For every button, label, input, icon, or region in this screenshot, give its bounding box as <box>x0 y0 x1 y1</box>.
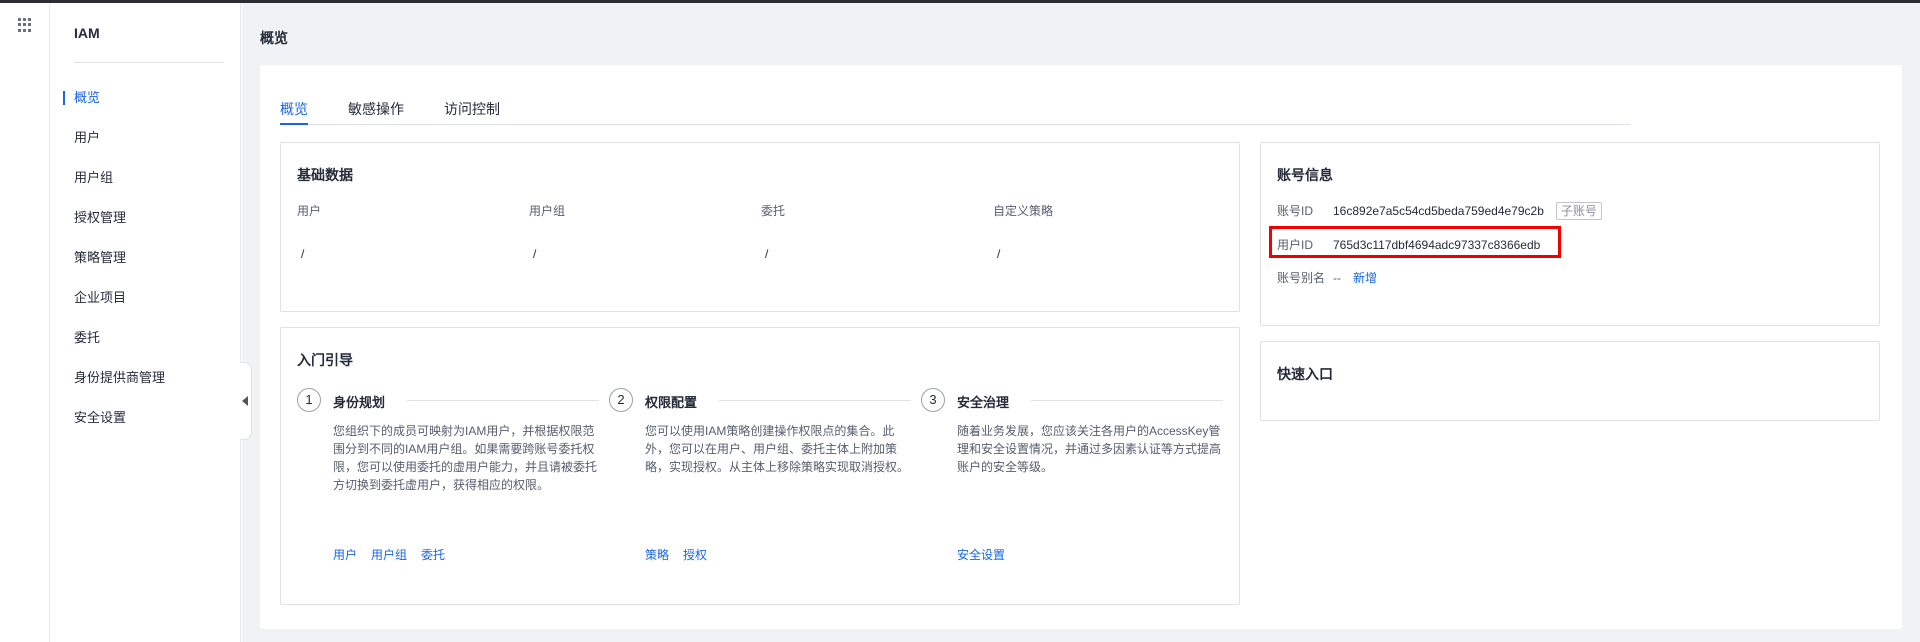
quick-entry-card: 快速入口 <box>1260 341 1880 421</box>
step-links: 安全设置 <box>957 546 1019 563</box>
step-number: 2 <box>609 388 633 412</box>
sidebar-item-agencies[interactable]: 委托 <box>51 326 241 350</box>
basic-data-card: 基础数据 用户 / 用户组 / 委托 / 自定义策略 / <box>280 142 1240 312</box>
stat-agencies-label: 委托 <box>761 204 786 218</box>
global-nav-rail <box>0 3 50 642</box>
step-links: 策略 授权 <box>645 546 721 563</box>
step-connector <box>719 400 911 401</box>
step-title: 权限配置 <box>645 395 698 410</box>
link-policies[interactable]: 策略 <box>645 548 669 562</box>
account-info-title: 账号信息 <box>1277 167 1333 183</box>
account-id-row: 账号ID 16c892e7a5c54cd5beda759ed4e79c2b 子账号 <box>1277 202 1602 220</box>
step-description: 您可以使用IAM策略创建操作权限点的集合。此外，您可以在用户、用户组、委托主体上… <box>645 424 910 474</box>
sidebar-item-overview[interactable]: 概览 <box>51 86 241 110</box>
page-title: 概览 <box>260 30 288 46</box>
sidebar-title: IAM <box>74 25 100 41</box>
sidebar-item-enterprise-projects[interactable]: 企业项目 <box>51 286 241 310</box>
step-description: 随着业务发展，您应该关注各用户的AccessKey管理和安全设置情况，并通过多因… <box>957 424 1222 474</box>
sidebar-collapse-toggle[interactable] <box>240 362 252 440</box>
sidebar-item-security-settings[interactable]: 安全设置 <box>51 406 241 430</box>
account-id-value: 16c892e7a5c54cd5beda759ed4e79c2b <box>1333 204 1544 218</box>
main-area: 概览 概览 敏感操作 访问控制 基础数据 用户 / 用户组 / 委托 / 自定义… <box>242 3 1920 642</box>
account-alias-value: -- <box>1333 271 1341 285</box>
step-links: 用户 用户组 委托 <box>333 546 459 563</box>
link-users[interactable]: 用户 <box>333 548 357 562</box>
sidebar-item-identity-providers[interactable]: 身份提供商管理 <box>51 366 241 390</box>
basic-data-title: 基础数据 <box>297 167 353 183</box>
sidebar-item-users[interactable]: 用户 <box>51 126 241 150</box>
stat-user-groups-label: 用户组 <box>529 204 566 218</box>
sidebar-item-policies[interactable]: 策略管理 <box>51 246 241 270</box>
tab-access-control[interactable]: 访问控制 <box>444 99 500 125</box>
step-connector <box>1031 400 1223 401</box>
getting-started-title: 入门引导 <box>297 352 353 368</box>
step-title: 安全治理 <box>957 395 1010 410</box>
getting-started-card: 入门引导 1 身份规划 您组织下的成员可映射为IAM用户，并根据权限范围分到不同… <box>280 327 1240 605</box>
app-grid-icon[interactable] <box>18 18 32 32</box>
stat-user-groups-value: / <box>533 247 537 261</box>
link-user-groups[interactable]: 用户组 <box>371 548 407 562</box>
quick-entry-title: 快速入口 <box>1277 366 1333 382</box>
link-authorization[interactable]: 授权 <box>683 548 707 562</box>
step-title: 身份规划 <box>333 395 386 410</box>
sidebar: IAM 概览 用户 用户组 授权管理 策略管理 企业项目 委托 身份提供商管理 … <box>51 3 241 642</box>
user-id-label: 用户ID <box>1277 238 1314 252</box>
step-description: 您组织下的成员可映射为IAM用户，并根据权限范围分到不同的IAM用户组。如果需要… <box>333 424 598 492</box>
tab-sensitive-operations[interactable]: 敏感操作 <box>348 99 404 125</box>
stat-custom-policies-label: 自定义策略 <box>993 204 1054 218</box>
account-alias-label: 账号别名 <box>1277 271 1326 285</box>
sidebar-item-user-groups[interactable]: 用户组 <box>51 166 241 190</box>
stat-custom-policies-value: / <box>997 247 1001 261</box>
sidebar-divider <box>74 62 224 63</box>
sub-account-badge: 子账号 <box>1555 202 1602 220</box>
sidebar-item-authorization[interactable]: 授权管理 <box>51 206 241 230</box>
tab-overview[interactable]: 概览 <box>280 99 308 125</box>
account-info-card: 账号信息 账号ID 16c892e7a5c54cd5beda759ed4e79c2… <box>1260 142 1880 326</box>
stat-agencies-value: / <box>765 247 769 261</box>
step-number: 1 <box>297 388 321 412</box>
stat-users-label: 用户 <box>297 204 322 218</box>
step-connector <box>407 400 599 401</box>
account-alias-row: 账号别名 -- 新增 <box>1277 269 1391 287</box>
account-id-label: 账号ID <box>1277 204 1314 218</box>
link-security-settings[interactable]: 安全设置 <box>957 548 1005 562</box>
content-panel: 概览 敏感操作 访问控制 基础数据 用户 / 用户组 / 委托 / 自定义策略 … <box>260 65 1902 629</box>
step-number: 3 <box>921 388 945 412</box>
user-id-value: 765d3c117dbf4694adc97337c8366edb <box>1333 238 1541 252</box>
stat-users-value: / <box>301 247 305 261</box>
link-agencies[interactable]: 委托 <box>421 548 445 562</box>
add-alias-link[interactable]: 新增 <box>1353 271 1377 285</box>
tab-bar: 概览 敏感操作 访问控制 <box>280 89 1630 125</box>
user-id-row: 用户ID 765d3c117dbf4694adc97337c8366edb <box>1277 236 1540 254</box>
